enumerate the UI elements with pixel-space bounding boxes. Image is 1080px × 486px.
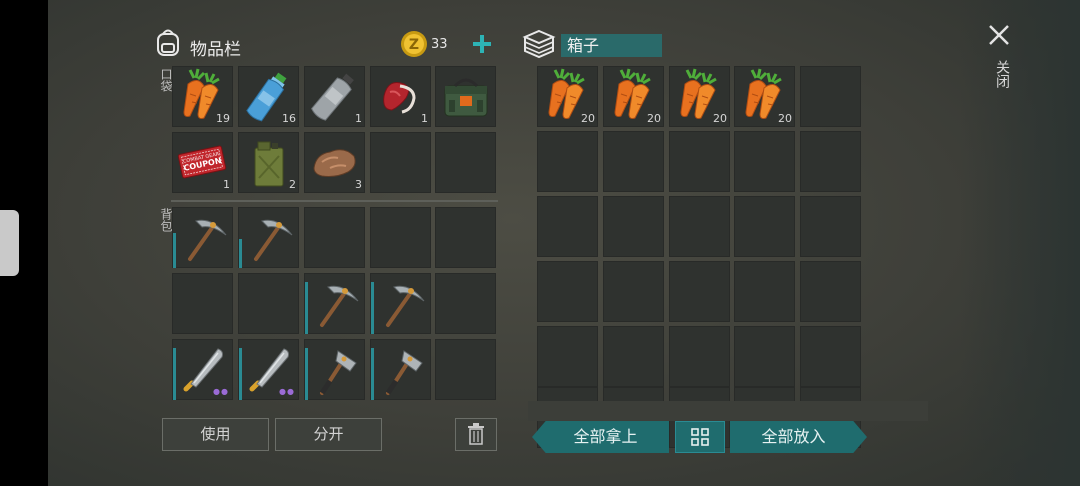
backpack-slot-9-empty[interactable] [435, 273, 496, 334]
pocket-slot-8-empty[interactable] [370, 132, 431, 193]
grid-icon [691, 428, 709, 446]
pocket-slot-6-jerrycan[interactable]: 2 [238, 132, 299, 193]
box-slot-23-empty[interactable] [734, 326, 795, 387]
pocket-slot-0-carrot[interactable]: 19 [172, 66, 233, 127]
pocket-slot-4-green-bag[interactable] [435, 66, 496, 127]
backpack-slot-13-hatchet[interactable] [370, 339, 431, 400]
use-button[interactable]: 使用 [162, 418, 269, 451]
box-slot-17-empty[interactable] [669, 261, 730, 322]
item-quantity: 20 [713, 112, 727, 125]
backpack-slot-6-empty[interactable] [238, 273, 299, 334]
game-screen: 物品栏 Z 33 口袋 背包 19 16 1 1 COMBAT GEAR COU… [48, 0, 1080, 486]
box-title: 箱子 [561, 34, 662, 57]
item-quantity: 20 [647, 112, 661, 125]
inventory-title: 物品栏 [190, 40, 241, 60]
durability-bar [371, 348, 374, 400]
item-quantity: 20 [581, 112, 595, 125]
split-button[interactable]: 分开 [275, 418, 382, 451]
trash-icon [468, 423, 484, 445]
put-all-label: 全部放入 [761, 427, 826, 446]
put-all-button[interactable]: 全部放入 [730, 421, 867, 453]
box-slot-3-carrot[interactable]: 20 [734, 66, 795, 127]
box-slot-18-empty[interactable] [734, 261, 795, 322]
box-slot-0-carrot[interactable]: 20 [537, 66, 598, 127]
backpack-icon [155, 27, 181, 61]
backpack-slot-14-empty[interactable] [435, 339, 496, 400]
item-quantity: 3 [355, 178, 362, 191]
item-quantity: 16 [282, 112, 296, 125]
durability-bar [173, 348, 176, 400]
box-icon [522, 28, 556, 64]
close-button[interactable] [987, 23, 1011, 51]
pocket-slot-7-stone[interactable]: 3 [304, 132, 365, 193]
backpack-slot-2-empty[interactable] [304, 207, 365, 268]
backpack-slot-5-empty[interactable] [172, 273, 233, 334]
durability-bar [305, 348, 308, 400]
coin-count: 33 [431, 37, 448, 52]
durability-bar [305, 282, 308, 334]
backpack-slot-10-machete[interactable]: ●● [172, 339, 233, 400]
pocket-slot-5-coupon[interactable]: COMBAT GEAR COUPON 1 [172, 132, 233, 193]
pocket-slot-3-raw-meat[interactable]: 1 [370, 66, 431, 127]
backpack-slot-11-machete[interactable]: ●● [238, 339, 299, 400]
box-slot-16-empty[interactable] [603, 261, 664, 322]
backpack-slot-12-hatchet[interactable] [304, 339, 365, 400]
box-slot-1-carrot[interactable]: 20 [603, 66, 664, 127]
box-slot-9-empty[interactable] [800, 131, 861, 192]
item-quantity: 20 [778, 112, 792, 125]
item-quantity: 19 [216, 112, 230, 125]
delete-button[interactable] [455, 418, 497, 451]
box-slot-13-empty[interactable] [734, 196, 795, 257]
backpack-slot-4-empty[interactable] [435, 207, 496, 268]
item-quantity: 1 [355, 112, 362, 125]
box-slot-14-empty[interactable] [800, 196, 861, 257]
section-divider [171, 200, 498, 202]
item-quantity: 2 [289, 178, 296, 191]
pocket-slot-2-empty-bottle[interactable]: 1 [304, 66, 365, 127]
svg-text:Z: Z [409, 37, 419, 53]
box-slot-21-empty[interactable] [603, 326, 664, 387]
box-slot-10-empty[interactable] [537, 196, 598, 257]
durability-bar [371, 282, 374, 334]
add-coins-icon[interactable] [471, 33, 493, 59]
item-quantity: 1 [223, 178, 230, 191]
box-slot-11-empty[interactable] [603, 196, 664, 257]
pocket-slot-9-empty[interactable] [435, 132, 496, 193]
box-slot-8-empty[interactable] [734, 131, 795, 192]
take-all-label: 全部拿上 [573, 427, 638, 446]
durability-bar [239, 348, 242, 400]
box-slot-6-empty[interactable] [603, 131, 664, 192]
pocket-slot-1-water-bottle[interactable]: 16 [238, 66, 299, 127]
close-label[interactable]: 关闭 [992, 60, 1012, 88]
box-slot-24-empty[interactable] [800, 326, 861, 387]
backpack-slot-0-pickaxe[interactable] [172, 207, 233, 268]
box-slot-5-empty[interactable] [537, 131, 598, 192]
box-slot-22-empty[interactable] [669, 326, 730, 387]
box-slot-7-empty[interactable] [669, 131, 730, 192]
take-all-button[interactable]: 全部拿上 [532, 421, 669, 453]
box-slot-12-empty[interactable] [669, 196, 730, 257]
sort-button[interactable] [675, 421, 725, 453]
side-handle[interactable] [0, 210, 19, 276]
durability-bar [173, 233, 176, 268]
coin-icon: Z [400, 30, 428, 62]
box-slot-15-empty[interactable] [537, 261, 598, 322]
close-icon [989, 25, 1009, 45]
item-quantity: 1 [421, 112, 428, 125]
box-slot-20-empty[interactable] [537, 326, 598, 387]
upgrade-dots: ●● [213, 387, 229, 396]
durability-bar [239, 239, 242, 268]
backpack-slot-3-empty[interactable] [370, 207, 431, 268]
upgrade-dots: ●● [279, 387, 295, 396]
backpack-slot-1-pickaxe[interactable] [238, 207, 299, 268]
box-slot-4-empty[interactable] [800, 66, 861, 127]
backpack-slot-8-pickaxe[interactable] [370, 273, 431, 334]
box-slot-19-empty[interactable] [800, 261, 861, 322]
box-slot-2-carrot[interactable]: 20 [669, 66, 730, 127]
backpack-slot-7-pickaxe[interactable] [304, 273, 365, 334]
